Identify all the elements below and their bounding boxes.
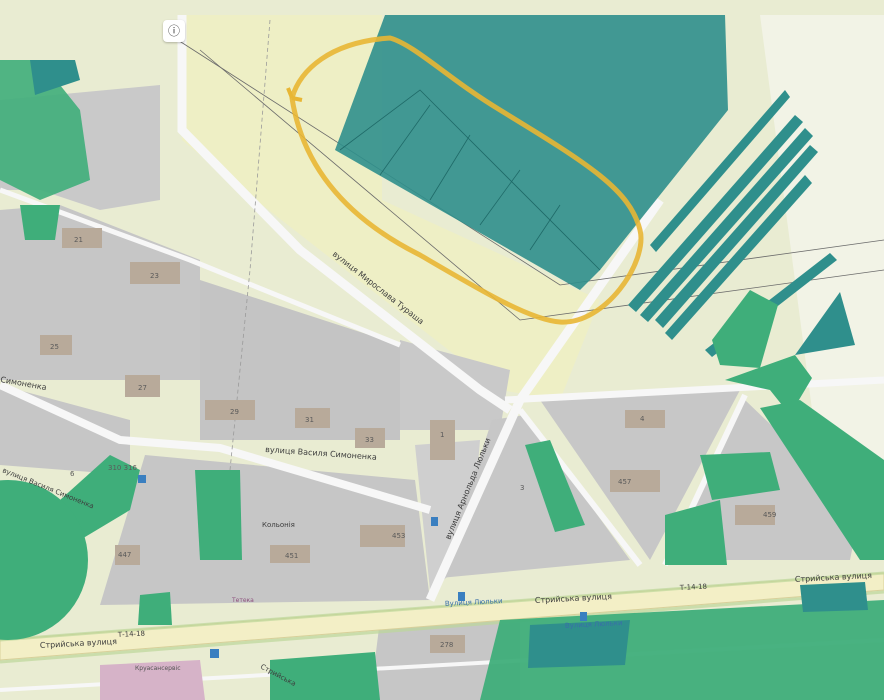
- info-icon: ⓘ: [167, 24, 180, 38]
- green-parcel-w-small[interactable]: [20, 205, 60, 240]
- house-number: 27: [138, 384, 147, 392]
- map-canvas[interactable]: вулиця Мирослава Тураша вулиця Василя Си…: [0, 0, 884, 700]
- house-number: 6: [70, 470, 75, 478]
- building-4: [625, 410, 665, 428]
- house-number: 4: [640, 415, 645, 423]
- label-kruasanaria: Круасансервіс: [135, 665, 181, 672]
- bus-stop-icon-3[interactable]: [580, 612, 587, 621]
- info-button[interactable]: ⓘ: [163, 20, 185, 42]
- house-number: 29: [230, 408, 239, 416]
- map-layer[interactable]: вулиця Мирослава Тураша вулиця Василя Си…: [0, 0, 884, 700]
- house-number: 21: [74, 236, 83, 244]
- label-kolonia: Кольонія: [262, 521, 295, 529]
- house-number: 1: [440, 431, 444, 439]
- green-parcel-small[interactable]: [138, 592, 172, 625]
- label-road-code-right: Т-14-18: [679, 583, 708, 592]
- house-number: 310 316: [108, 464, 137, 472]
- stop-marker-west[interactable]: [138, 475, 146, 483]
- green-parcel-south-center[interactable]: [195, 470, 242, 560]
- house-number: 23: [150, 272, 159, 280]
- house-number: 33: [365, 436, 374, 444]
- parking-icon[interactable]: [210, 649, 219, 658]
- house-number: 447: [118, 551, 131, 559]
- label-teteka: Тетека: [231, 597, 254, 604]
- house-number: 278: [440, 641, 453, 649]
- house-number: 453: [392, 532, 405, 540]
- house-number: 451: [285, 552, 298, 560]
- house-number: 3: [520, 484, 524, 492]
- bus-stop-icon-1[interactable]: [431, 517, 438, 526]
- house-number: 25: [50, 343, 59, 351]
- house-number: 459: [763, 511, 776, 519]
- building-1: [430, 420, 455, 460]
- teal-parcel-far-se[interactable]: [800, 582, 868, 612]
- house-number: 457: [618, 478, 631, 486]
- house-number: 31: [305, 416, 314, 424]
- label-road-code-left: Т-14-18: [117, 630, 146, 639]
